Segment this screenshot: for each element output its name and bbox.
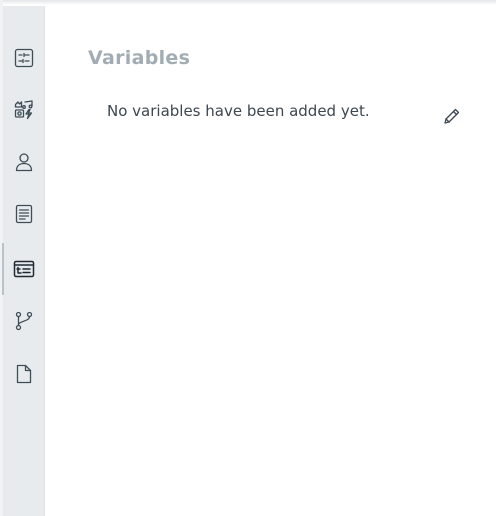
user-icon bbox=[15, 153, 32, 172]
sidebar bbox=[2, 6, 45, 516]
sidebar-item-variables[interactable] bbox=[2, 243, 44, 295]
active-indicator bbox=[2, 243, 4, 295]
empty-state-message: No variables have been added yet. bbox=[107, 102, 370, 120]
edit-variables-button[interactable] bbox=[441, 105, 463, 127]
variables-icon bbox=[13, 260, 34, 278]
main-content: Variables No variables have been added y… bbox=[45, 5, 496, 516]
sidebar-item-branches[interactable] bbox=[3, 295, 44, 347]
page-title: Variables bbox=[88, 47, 191, 69]
branch-icon bbox=[15, 311, 32, 331]
sidebar-item-documents[interactable] bbox=[3, 188, 44, 240]
sidebar-item-media[interactable] bbox=[3, 84, 44, 136]
sidebar-item-settings[interactable] bbox=[3, 32, 44, 84]
app-window: Variables No variables have been added y… bbox=[0, 0, 496, 516]
document-icon bbox=[15, 204, 32, 224]
sidebar-item-users[interactable] bbox=[3, 136, 44, 188]
media-assets-icon bbox=[14, 100, 33, 120]
file-icon bbox=[16, 364, 31, 384]
pencil-icon bbox=[444, 108, 460, 124]
settings-sliders-icon bbox=[14, 48, 33, 68]
sidebar-item-files[interactable] bbox=[3, 348, 44, 400]
